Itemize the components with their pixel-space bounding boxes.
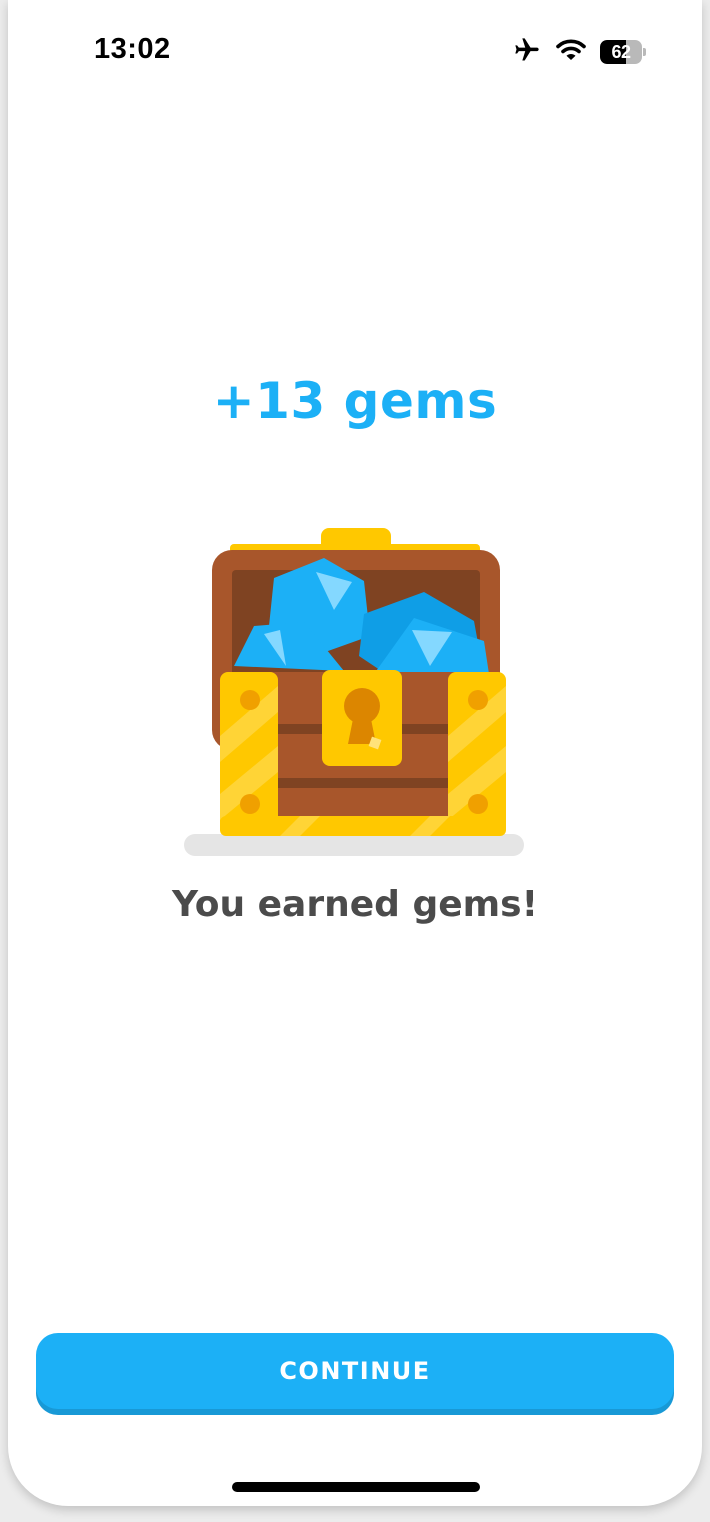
app-screen: 13:02 62 +13 gems You earned gems! CONTI… xyxy=(8,0,702,1506)
treasure-chest-illustration xyxy=(184,526,526,858)
airplane-icon xyxy=(512,36,542,68)
reward-subtitle: You earned gems! xyxy=(171,884,538,925)
battery-level: 62 xyxy=(611,41,631,62)
wifi-icon xyxy=(556,38,586,66)
status-icons: 62 xyxy=(512,36,646,68)
home-indicator[interactable] xyxy=(232,1482,480,1492)
continue-button[interactable]: CONTINUE xyxy=(36,1333,674,1409)
battery-icon: 62 xyxy=(600,40,646,64)
reward-title: +13 gems xyxy=(212,372,498,430)
status-time: 13:02 xyxy=(94,33,171,65)
